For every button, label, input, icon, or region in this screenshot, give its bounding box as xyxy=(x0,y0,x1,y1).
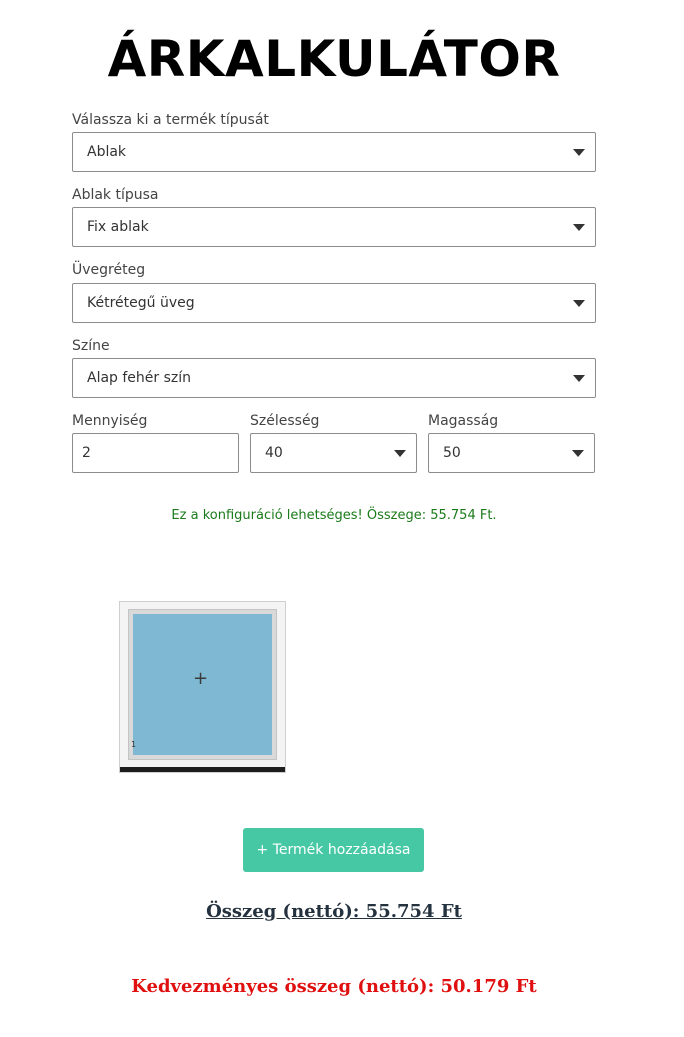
width-select[interactable]: 40 xyxy=(250,433,417,473)
height-value: 50 xyxy=(443,445,461,461)
width-value: 40 xyxy=(265,445,283,461)
product-type-value: Ablak xyxy=(87,144,127,160)
quantity-input[interactable]: 2 xyxy=(72,433,239,473)
chevron-down-icon xyxy=(573,224,585,231)
window-type-select[interactable]: Fix ablak xyxy=(72,207,596,247)
chevron-down-icon xyxy=(573,149,585,156)
plus-icon[interactable]: + xyxy=(193,670,208,688)
product-type-select[interactable]: Ablak xyxy=(72,132,596,172)
color-select[interactable]: Alap fehér szín xyxy=(72,358,596,398)
quantity-label: Mennyiség xyxy=(72,413,148,429)
discounted-total-net: Kedvezményes összeg (nettó): 50.179 Ft xyxy=(131,976,537,997)
chevron-down-icon xyxy=(573,300,585,307)
chevron-down-icon xyxy=(394,450,406,457)
glazing-value: Kétrétegű üveg xyxy=(87,295,195,311)
configuration-status: Ez a konfiguráció lehetséges! Összege: 5… xyxy=(171,508,497,523)
page-title: ÁRKALKULÁTOR xyxy=(107,30,561,88)
chevron-down-icon xyxy=(573,375,585,382)
sash-number: 1 xyxy=(131,740,137,749)
product-type-label: Válassza ki a termék típusát xyxy=(72,112,269,128)
window-sash: + 1 xyxy=(128,609,277,760)
color-label: Színe xyxy=(72,338,110,354)
color-value: Alap fehér szín xyxy=(87,370,192,386)
window-sill xyxy=(120,767,285,772)
window-preview[interactable]: + 1 xyxy=(119,601,286,773)
window-type-value: Fix ablak xyxy=(87,219,149,235)
glazing-select[interactable]: Kétrétegű üveg xyxy=(72,283,596,323)
quantity-value: 2 xyxy=(82,445,91,461)
window-type-label: Ablak típusa xyxy=(72,187,159,203)
height-select[interactable]: 50 xyxy=(428,433,595,473)
chevron-down-icon xyxy=(572,450,584,457)
height-label: Magasság xyxy=(428,413,499,429)
glazing-label: Üvegréteg xyxy=(72,262,146,278)
total-net: Összeg (nettó): 55.754 Ft xyxy=(206,901,462,922)
add-product-button[interactable]: + Termék hozzáadása xyxy=(243,828,424,872)
width-label: Szélesség xyxy=(250,413,320,429)
